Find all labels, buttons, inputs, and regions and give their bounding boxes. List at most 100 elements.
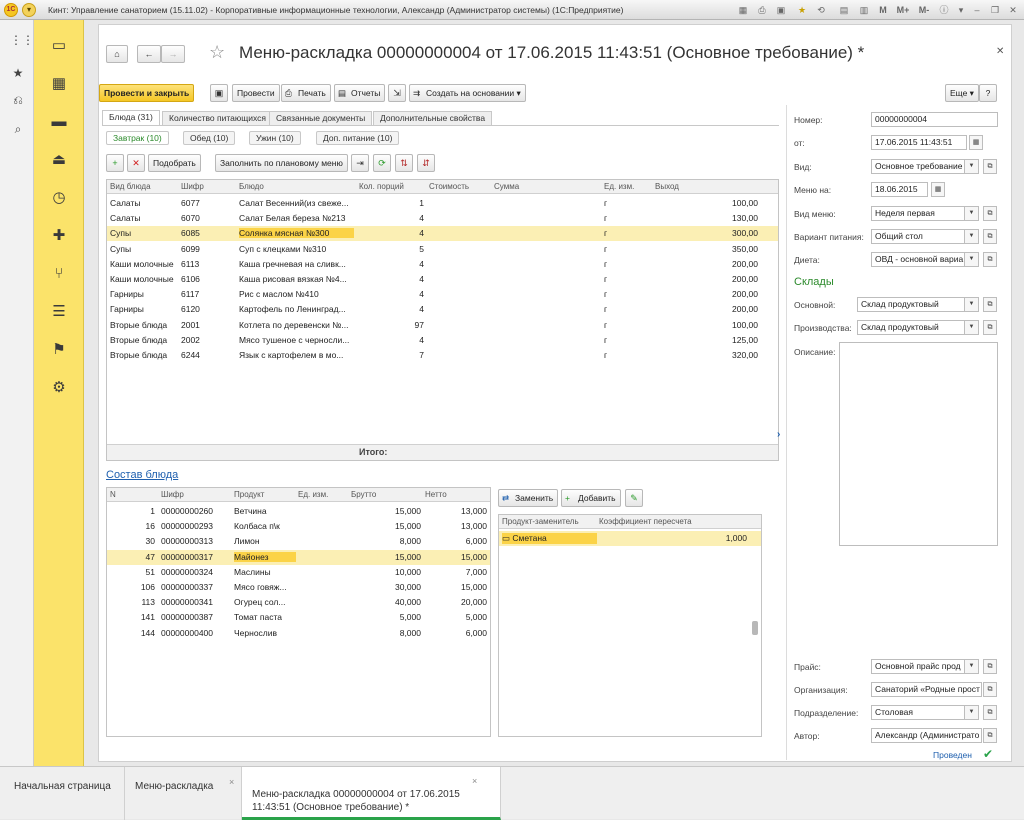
more-button[interactable]: Еще ▾ [945,84,979,102]
meal-field[interactable]: Общий стол [871,229,965,244]
composition-table[interactable]: N Шифр Продукт Ед. изм. Брутто Нетто 1 00… [106,487,491,737]
history-icon[interactable]: ⎌ [10,92,26,108]
composition-row[interactable]: 113 00000000341 Огурец сол... 40,000 20,000 [107,595,490,610]
meal-open-icon[interactable]: ⧉ [983,229,997,244]
price-dropdown-icon[interactable]: ▼ [965,659,979,674]
price-field[interactable]: Основной прайс прод [871,659,965,674]
composition-title[interactable]: Состав блюда [106,469,178,481]
menu-on-field[interactable]: 18.06.2015 [871,182,928,197]
menu-kind-field[interactable]: Неделя первая [871,206,965,221]
price-open-icon[interactable]: ⧉ [983,659,997,674]
close-window-icon[interactable]: ✕ [1006,3,1020,17]
reports-button[interactable]: ▤ Отчеты [334,84,386,102]
substitutes-table[interactable]: Продукт-заменитель Коэффициент пересчета… [498,514,762,737]
main-menu-button[interactable]: ▾ [22,3,36,17]
dish-row[interactable]: Гарниры 6120 Картофель по Ленинград... 4 г 20… [107,302,778,317]
diet-open-icon[interactable]: ⧉ [983,252,997,267]
dish-row[interactable]: Супы 6099 Суп с клецками №310 5 г 350,00 [107,242,778,257]
flag-icon[interactable]: ⚑ [49,340,69,360]
author-field[interactable]: Александр (Администрато [871,728,982,743]
tab-menu-list[interactable]: Меню-раскладка × [125,767,242,820]
dept-field[interactable]: Столовая [871,705,965,720]
menu-kind-open-icon[interactable]: ⧉ [983,206,997,221]
back-arrow-icon[interactable]: ← [137,45,161,63]
calculator-icon[interactable]: ▥ [857,3,871,17]
memory-m-button[interactable]: M [876,3,890,17]
dish-row[interactable]: Супы 6085 Солянка мясная №300 4 г 300,00 [107,226,778,242]
calendar-icon[interactable]: ▦ [49,74,69,94]
history-icon[interactable]: ⟲ [814,3,828,17]
edit-pencil-icon[interactable]: ✎ [625,489,643,507]
number-field[interactable]: 00000000004 [871,112,998,127]
date-field[interactable]: 17.06.2015 11:43:51 [871,135,967,150]
dish-row[interactable]: Каши молочные 6113 Каша гречневая на сливк… [107,257,778,272]
menu-kind-dropdown-icon[interactable]: ▼ [965,206,979,221]
minimize-icon[interactable]: – [970,3,984,17]
tab-dishes[interactable]: Блюда (31) [102,110,160,125]
composition-row[interactable]: 51 00000000324 Маслины 10,000 7,000 [107,565,490,580]
kind-field[interactable]: Основное требование [871,159,965,174]
composition-row[interactable]: 16 00000000293 Колбаса п\к 15,000 13,000 [107,519,490,534]
print-button[interactable]: ⎙ Печать [281,84,331,102]
dept-open-icon[interactable]: ⧉ [983,705,997,720]
favorite-icon[interactable]: ★ [795,3,809,17]
favorite-star-icon[interactable]: ☆ [209,42,225,63]
dish-row[interactable]: Салаты 6077 Салат Весенний(из свеже... 1 г 10… [107,196,778,211]
memory-minus-button[interactable]: M- [916,3,932,17]
dish-row[interactable]: Каши молочные 6106 Каша рисовая вязкая №4.… [107,272,778,287]
post-button[interactable]: Провести [232,84,280,102]
preview-icon[interactable]: ▣ [774,3,788,17]
tab-related-docs[interactable]: Связанные документы [269,111,373,125]
grid-icon[interactable]: ▦ [736,3,750,17]
tab-home-page[interactable]: Начальная страница [4,767,125,820]
desktop-icon[interactable]: ▭ [49,36,69,56]
close-form-icon[interactable]: ✕ [996,46,1004,57]
prod-wh-open-icon[interactable]: ⧉ [983,320,997,335]
dish-row[interactable]: Салаты 6070 Салат Белая береза №213 4 г 130,0… [107,211,778,226]
save-icon[interactable]: ▣ [210,84,228,102]
dept-dropdown-icon[interactable]: ▼ [965,705,979,720]
pick-button[interactable]: Подобрать [148,154,201,172]
add-icon[interactable]: + [106,154,124,172]
subtab-extra-meal[interactable]: Доп. питание (10) [316,131,400,145]
description-textarea[interactable] [839,342,998,546]
apps-grid-icon[interactable]: ⋮⋮ [10,32,34,48]
close-tab-icon[interactable]: × [472,775,477,788]
options-icon[interactable]: ▾ [954,3,968,17]
close-tab-icon[interactable]: × [229,777,234,787]
kind-dropdown-icon[interactable]: ▼ [965,159,979,174]
composition-row[interactable]: 144 00000000400 Чернослив 8,000 6,000 [107,626,490,641]
menu-on-calendar-icon[interactable]: ▦ [931,182,945,197]
search-icon[interactable]: ⌕ [10,121,26,137]
dishes-table[interactable]: Вид блюда Шифр Блюдо Кол. порций Стоимос… [106,179,779,461]
sort-desc-icon[interactable]: ⇵ [417,154,435,172]
subtab-dinner[interactable]: Ужин (10) [249,131,301,145]
tab-extra-properties[interactable]: Дополнительные свойства [373,111,493,125]
home-icon[interactable]: ⌂ [106,45,128,63]
replace-button[interactable]: ⇄ Заменить [498,489,559,507]
medical-plus-icon[interactable]: ✚ [49,226,69,246]
composition-row[interactable]: 141 00000000387 Томат паста 5,000 5,000 [107,610,490,625]
forward-arrow-icon[interactable]: → [161,45,185,63]
cabinet-icon[interactable]: ☰ [49,302,69,322]
memory-plus-button[interactable]: M+ [894,3,912,17]
composition-row[interactable]: 106 00000000337 Мясо говяж... 30,000 15,000 [107,580,490,595]
post-and-close-button[interactable]: Провести и закрыть [99,84,195,102]
fill-by-plan-button[interactable]: Заполнить по плановому меню [215,154,348,172]
substitute-row[interactable]: ▭ Сметана 1,000 [499,531,761,546]
delete-icon[interactable]: ✕ [127,154,145,172]
dish-row[interactable]: Вторые блюда 6244 Язык с картофелем в мо..… [107,348,778,363]
lamp-icon[interactable]: ⏏ [49,150,69,170]
favorites-star-icon[interactable]: ★ [10,65,26,81]
clock-icon[interactable]: ◷ [49,188,69,208]
main-wh-open-icon[interactable]: ⧉ [983,297,997,312]
kind-open-icon[interactable]: ⧉ [983,159,997,174]
settings-gears-icon[interactable]: ⚙ [49,378,69,398]
card-icon[interactable]: ▬ [49,112,69,132]
add-substitute-button[interactable]: + Добавить [561,489,621,507]
info-icon[interactable]: ⓘ [937,3,951,17]
main-wh-dropdown-icon[interactable]: ▼ [965,297,979,312]
structure-icon[interactable]: ⇲ [388,84,406,102]
dish-row[interactable]: Вторые блюда 2002 Мясо тушеное с черносли.… [107,333,778,348]
collapse-arrow-icon[interactable]: › [777,429,780,440]
